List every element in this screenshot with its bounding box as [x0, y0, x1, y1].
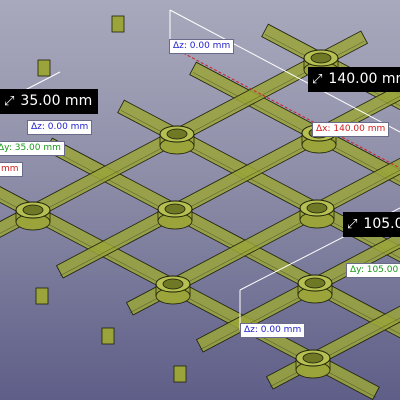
diagonal-arrow-icon: ⤢ [347, 217, 358, 232]
hub-hole [310, 52, 332, 64]
hub-hole [304, 277, 326, 289]
diagonal-arrow-icon: ⤢ [312, 72, 323, 87]
dimension-105-label: ⤢ 105.0 [343, 212, 400, 237]
end-clip [101, 327, 115, 345]
hub-hole [164, 203, 186, 215]
hub-hole [306, 202, 328, 214]
hub-hole [302, 352, 324, 364]
end-clip [35, 287, 49, 305]
delta-x-left-label: mm [0, 162, 23, 177]
hub-hole [22, 204, 44, 216]
dimension-140-label: ⤢140.00 mm [308, 67, 400, 92]
end-clip [173, 365, 187, 383]
delta-z-bottom-label: Δz: 0.00 mm [240, 323, 306, 338]
lattice-model[interactable] [0, 0, 400, 400]
end-clip [111, 15, 125, 33]
hub-hole [162, 278, 184, 290]
3d-viewport[interactable]: ⤢140.00 mm ⤢35.00 mm ⤢105.0 Δz: 0.00 mm … [0, 0, 400, 400]
hub-hole [166, 128, 188, 140]
delta-y-35-label: Δy: 35.00 mm [0, 141, 65, 156]
diagonal-arrow-icon: ⤢ [4, 94, 15, 109]
end-clip [37, 59, 51, 77]
delta-z-top-label: Δz: 0.00 mm [169, 39, 235, 54]
delta-x-140-label: Δx: 140.00 mm [312, 122, 390, 137]
delta-y-105-label: Δy: 105.00 mm [346, 263, 400, 278]
delta-z-left-label: Δz: 0.00 mm [27, 120, 93, 135]
dimension-35-label: ⤢ 35.00 mm [0, 89, 99, 114]
